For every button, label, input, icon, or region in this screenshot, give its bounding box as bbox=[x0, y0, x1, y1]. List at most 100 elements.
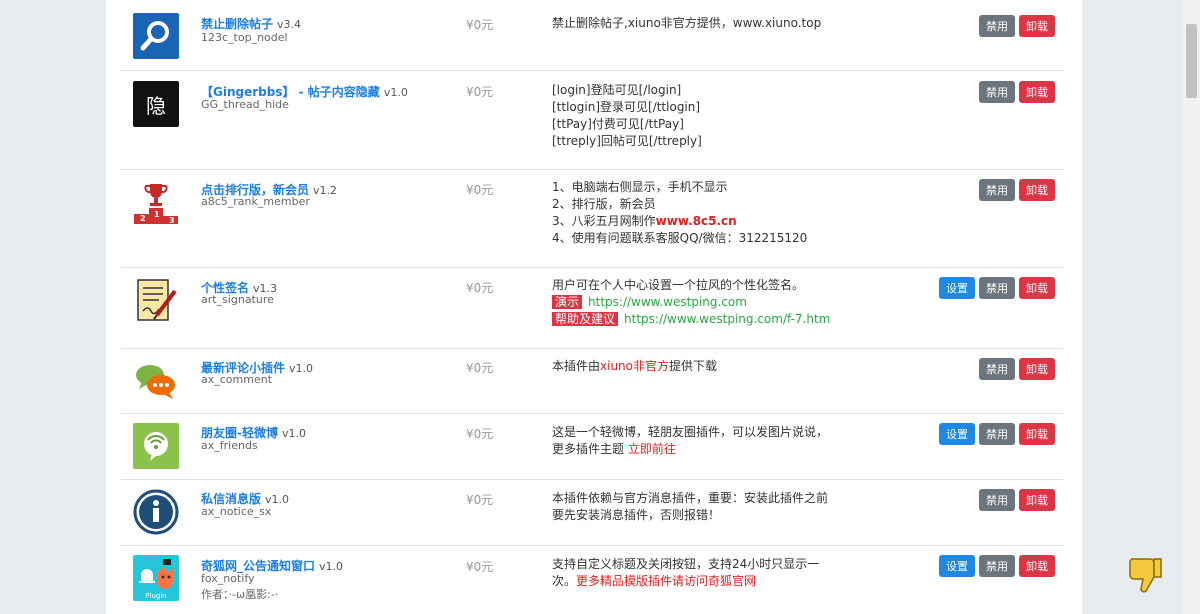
demo-line: 演示 https://www.westping.com bbox=[552, 294, 852, 311]
description-text: 更多插件主题 bbox=[552, 442, 628, 456]
icon-char: 隐 bbox=[146, 93, 166, 118]
fox-bell-icon: Plugin bbox=[133, 555, 179, 601]
description-line: 3、八彩五月网制作www.8c5.cn bbox=[552, 213, 852, 230]
plugin-id: ax_comment bbox=[201, 373, 273, 386]
plugin-version: v1.2 bbox=[313, 184, 338, 197]
plugin-price: ¥0元 bbox=[466, 493, 494, 507]
site-link[interactable]: www.8c5.cn bbox=[656, 214, 737, 228]
chat-bubbles-icon bbox=[133, 358, 179, 404]
description-line: [ttlogin]登录可见[/ttlogin] bbox=[552, 100, 701, 114]
uninstall-button[interactable]: 卸载 bbox=[1019, 81, 1055, 103]
description-line: 1、电脑端右侧显示，手机不显示 bbox=[552, 180, 728, 194]
description-line: 本插件由xiuno非官方提供下载 bbox=[552, 358, 852, 375]
demo-tag: 演示 bbox=[552, 295, 583, 309]
plugin-name[interactable]: 朋友圈-轻微博 bbox=[201, 426, 278, 440]
podium-label: 1 bbox=[154, 210, 160, 219]
disable-button[interactable]: 禁用 bbox=[979, 15, 1015, 37]
plugin-version: v3.4 bbox=[277, 18, 302, 31]
plugin-description: 这是一个轻微博，轻朋友圈插件，可以发图片说说， 更多插件主题 立即前往 bbox=[552, 424, 852, 458]
uninstall-button[interactable]: 卸载 bbox=[1019, 179, 1055, 201]
plugin-price: ¥0元 bbox=[466, 560, 494, 574]
plugin-list-panel: 禁止删除帖子 v3.4 123c_top_nodel ¥0元 禁止删除帖子,xiu… bbox=[106, 0, 1082, 614]
settings-button[interactable]: 设置 bbox=[939, 423, 975, 445]
plugin-version: v1.0 bbox=[289, 362, 314, 375]
podium-label: 3 bbox=[169, 216, 175, 225]
disable-button[interactable]: 禁用 bbox=[979, 555, 1015, 577]
disable-button[interactable]: 禁用 bbox=[979, 81, 1015, 103]
thumbs-down-icon[interactable] bbox=[1128, 555, 1164, 595]
plugin-description: 用户可在个人中心设置一个拉风的个性化签名。 演示 https://www.west… bbox=[552, 277, 852, 328]
plugin-price: ¥0元 bbox=[466, 85, 494, 99]
plugin-name[interactable]: 【Gingerbbs】 - 帖子内容隐藏 bbox=[201, 85, 380, 99]
plugin-price: ¥0元 bbox=[466, 427, 494, 441]
plugin-id: art_signature bbox=[201, 293, 274, 306]
uninstall-button[interactable]: 卸载 bbox=[1019, 555, 1055, 577]
plugin-price: ¥0元 bbox=[466, 18, 494, 32]
description-line: 4、使用有问题联系客服QQ/微信：312215120 bbox=[552, 231, 808, 245]
plugin-version: v1.0 bbox=[281, 427, 306, 440]
magnifier-icon bbox=[133, 13, 179, 59]
disable-button[interactable]: 禁用 bbox=[979, 358, 1015, 380]
plugin-id: fox_notify bbox=[201, 572, 255, 585]
icon-caption: Plugin bbox=[145, 592, 167, 600]
help-line: 帮助及建议 https://www.westping.com/f-7.htm bbox=[552, 311, 852, 328]
plugin-row: 私信消息版 v1.0 ax_notice_sx ¥0元 本插件依赖与官方消息插件，… bbox=[121, 480, 1063, 546]
description-line: 要先安装消息插件，否则报错！ bbox=[552, 508, 721, 522]
plugin-version: v1.0 bbox=[383, 86, 408, 99]
uninstall-button[interactable]: 卸载 bbox=[1019, 423, 1055, 445]
plugin-description: 支持自定义标题及关闭按钮，支持24小时只显示一 次。更多精品模版插件请访问奇狐官… bbox=[552, 556, 852, 590]
fox-site-link[interactable]: 更多精品模版插件请访问奇狐官网 bbox=[576, 574, 756, 588]
disable-button[interactable]: 禁用 bbox=[979, 489, 1015, 511]
plugin-row: 2 1 3 点击排行版，新会员 v1.2 a8c5_rank_member ¥0元… bbox=[121, 170, 1063, 268]
source-link[interactable]: xiuno非官方 bbox=[600, 359, 669, 373]
plugin-row: 隐 【Gingerbbs】 - 帖子内容隐藏 v1.0 GG_thread_hid… bbox=[121, 71, 1063, 170]
description-line: [ttPay]付费可见[/ttPay] bbox=[552, 117, 684, 131]
description-line: [login]登陆可见[/login] bbox=[552, 83, 682, 97]
disable-button[interactable]: 禁用 bbox=[979, 179, 1015, 201]
podium-label: 2 bbox=[140, 214, 146, 223]
uninstall-button[interactable]: 卸载 bbox=[1019, 15, 1055, 37]
plugin-name[interactable]: 禁止删除帖子 bbox=[201, 17, 273, 31]
description-line: 用户可在个人中心设置一个拉风的个性化签名。 bbox=[552, 278, 805, 292]
plugin-price: ¥0元 bbox=[466, 281, 494, 295]
plugin-version: v1.0 bbox=[319, 560, 344, 573]
plugin-id: ax_friends bbox=[201, 439, 258, 452]
settings-button[interactable]: 设置 bbox=[939, 277, 975, 299]
description-text: 次。 bbox=[552, 574, 577, 588]
info-circle-icon bbox=[133, 489, 179, 535]
plugin-id: a8c5_rank_member bbox=[201, 195, 310, 208]
plugin-description: 禁止删除帖子,xiuno非官方提供，www.xiuno.top bbox=[552, 15, 852, 32]
plugin-row: 朋友圈-轻微博 v1.0 ax_friends ¥0元 这是一个轻微博，轻朋友圈插… bbox=[121, 414, 1063, 480]
disable-button[interactable]: 禁用 bbox=[979, 423, 1015, 445]
scrollbar-thumb[interactable] bbox=[1186, 24, 1197, 98]
help-tag: 帮助及建议 bbox=[552, 312, 619, 326]
scrollbar[interactable] bbox=[1183, 0, 1200, 614]
settings-button[interactable]: 设置 bbox=[939, 555, 975, 577]
description-line: 更多插件主题 立即前往 bbox=[552, 441, 852, 458]
go-now-link[interactable]: 立即前往 bbox=[628, 442, 676, 456]
signature-document-icon bbox=[133, 277, 179, 323]
plugin-description: 本插件依赖与官方消息插件，重要：安装此插件之前 要先安装消息插件，否则报错！ bbox=[552, 490, 852, 524]
disable-button[interactable]: 禁用 bbox=[979, 277, 1015, 299]
description-line: 本插件依赖与官方消息插件，重要：安装此插件之前 bbox=[552, 491, 829, 505]
description-line: [ttreply]回帖可见[/ttreply] bbox=[552, 134, 702, 148]
plugin-row: 最新评论小插件 v1.0 ax_comment ¥0元 本插件由xiuno非官方提… bbox=[121, 349, 1063, 414]
plugin-author: 作者：·-ω凰影:-· bbox=[201, 588, 279, 601]
plugin-price: ¥0元 bbox=[466, 183, 494, 197]
uninstall-button[interactable]: 卸载 bbox=[1019, 358, 1055, 380]
uninstall-button[interactable]: 卸载 bbox=[1019, 277, 1055, 299]
plugin-description: [login]登陆可见[/login] [ttlogin]登录可见[/ttlog… bbox=[552, 82, 852, 150]
plugin-price: ¥0元 bbox=[466, 361, 494, 375]
plugin-name[interactable]: 奇狐网_公告通知窗口 bbox=[201, 559, 315, 573]
demo-link[interactable]: https://www.westping.com bbox=[588, 295, 747, 309]
description-text: 本插件由 bbox=[552, 359, 601, 373]
help-link[interactable]: https://www.westping.com/f-7.htm bbox=[624, 312, 830, 326]
plugin-description: 本插件由xiuno非官方提供下载 bbox=[552, 358, 852, 375]
description-line: 次。更多精品模版插件请访问奇狐官网 bbox=[552, 573, 852, 590]
plugin-id: ax_notice_sx bbox=[201, 505, 272, 518]
trophy-podium-icon: 2 1 3 bbox=[133, 180, 179, 226]
plugin-row: 禁止删除帖子 v3.4 123c_top_nodel ¥0元 禁止删除帖子,xiu… bbox=[121, 0, 1063, 71]
description-line: 2、排行版，新会员 bbox=[552, 197, 656, 211]
plugin-name[interactable]: 私信消息版 bbox=[201, 492, 261, 506]
uninstall-button[interactable]: 卸载 bbox=[1019, 489, 1055, 511]
